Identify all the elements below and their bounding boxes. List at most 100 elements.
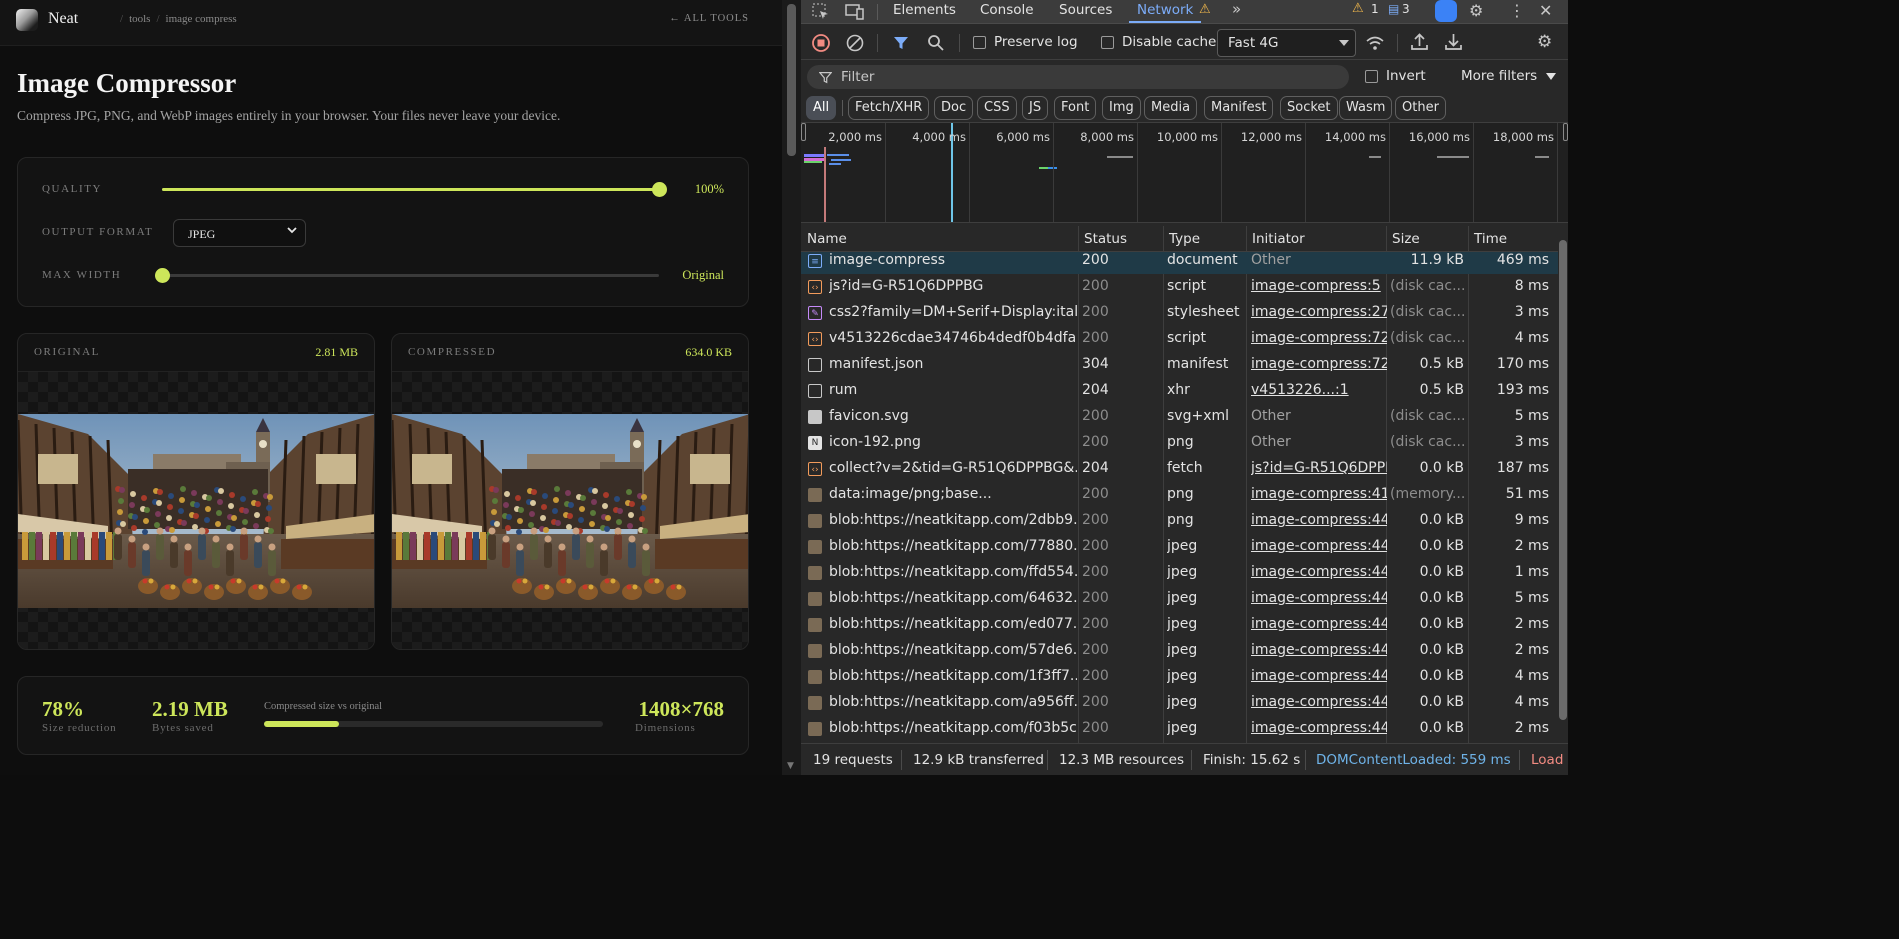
network-conditions-icon[interactable] bbox=[1365, 34, 1385, 52]
request-name[interactable]: css2?family=DM+Serif+Display:ital... bbox=[829, 304, 1077, 320]
request-row[interactable]: blob:https://neatkitapp.com/57de6... 200 j… bbox=[801, 638, 1558, 664]
device-toolbar-icon[interactable] bbox=[845, 2, 865, 22]
request-name[interactable]: blob:https://neatkitapp.com/64632... bbox=[829, 590, 1077, 606]
preserve-log-checkbox[interactable] bbox=[973, 36, 986, 49]
filter-chip-socket[interactable]: Socket bbox=[1280, 96, 1338, 120]
request-name[interactable]: favicon.svg bbox=[829, 408, 1077, 424]
record-stop-icon[interactable] bbox=[812, 34, 830, 52]
request-row[interactable]: rum 204 xhr v4513226...:1 0.5 kB 193 ms bbox=[801, 378, 1558, 404]
request-row[interactable]: ‹› collect?v=2&tid=G-R51Q6DPPBG&... 204 fet… bbox=[801, 456, 1558, 482]
request-row[interactable]: blob:https://neatkitapp.com/a956ff... 200… bbox=[801, 690, 1558, 716]
network-overview-timeline[interactable]: 2,000 ms 4,000 ms 6,000 ms 8,000 ms 10,000 m… bbox=[801, 122, 1568, 223]
close-devtools-icon[interactable]: ✕ bbox=[1539, 1, 1552, 20]
column-header-time[interactable]: Time bbox=[1474, 231, 1507, 247]
invert-checkbox[interactable] bbox=[1365, 70, 1378, 83]
request-name[interactable]: blob:https://neatkitapp.com/ffd554... bbox=[829, 564, 1077, 580]
neat-logo-icon[interactable] bbox=[16, 9, 38, 31]
export-har-icon[interactable] bbox=[1445, 33, 1462, 51]
request-list-scrollbar-thumb[interactable] bbox=[1559, 240, 1567, 720]
request-initiator[interactable]: image-compress:448 bbox=[1251, 642, 1387, 658]
search-icon[interactable] bbox=[927, 34, 944, 51]
request-initiator[interactable]: js?id=G-R51Q6DPPBG bbox=[1251, 460, 1387, 476]
output-format-select[interactable]: JPEG bbox=[173, 219, 306, 247]
max-width-slider[interactable] bbox=[155, 268, 659, 283]
more-filters-button[interactable]: More filters bbox=[1461, 68, 1537, 84]
filter-chip-all[interactable]: All bbox=[806, 96, 837, 120]
brand-name[interactable]: Neat bbox=[48, 10, 78, 28]
filter-input[interactable]: Filter bbox=[807, 65, 1349, 89]
request-initiator[interactable]: image-compress:448 bbox=[1251, 538, 1387, 554]
request-row[interactable]: blob:https://neatkitapp.com/ffd554... 200… bbox=[801, 560, 1558, 586]
warning-count[interactable]: 1 bbox=[1371, 2, 1379, 16]
request-row[interactable]: data:image/png;base... 200 png image-compre… bbox=[801, 482, 1558, 508]
request-name[interactable]: manifest.json bbox=[829, 356, 1077, 372]
request-row[interactable]: blob:https://neatkitapp.com/2dbb9... 200 p… bbox=[801, 508, 1558, 534]
column-header-status[interactable]: Status bbox=[1084, 231, 1127, 247]
breadcrumb-tools[interactable]: tools bbox=[129, 13, 150, 25]
request-initiator[interactable]: image-compress:448 bbox=[1251, 590, 1387, 606]
filter-chip-wasm[interactable]: Wasm bbox=[1339, 96, 1393, 120]
preserve-log-label[interactable]: Preserve log bbox=[994, 34, 1078, 50]
tab-elements[interactable]: Elements bbox=[893, 2, 956, 18]
request-row[interactable]: blob:https://neatkitapp.com/77880... 200 j… bbox=[801, 534, 1558, 560]
filter-chip-fetch-xhr[interactable]: Fetch/XHR bbox=[848, 96, 930, 120]
filter-chip-font[interactable]: Font bbox=[1054, 96, 1097, 120]
request-list-scrollbar[interactable] bbox=[1558, 226, 1568, 743]
warning-icon[interactable]: ⚠ bbox=[1352, 1, 1364, 16]
filter-chip-js[interactable]: JS bbox=[1022, 96, 1049, 120]
disable-cache-checkbox[interactable] bbox=[1101, 36, 1114, 49]
throttling-select[interactable]: Fast 4G bbox=[1217, 29, 1356, 57]
overview-right-handle[interactable] bbox=[1563, 123, 1568, 141]
column-header-name[interactable]: Name bbox=[807, 231, 847, 247]
request-initiator[interactable]: image-compress:5 bbox=[1251, 278, 1387, 294]
request-row[interactable]: blob:https://neatkitapp.com/1f3ff7... 200… bbox=[801, 664, 1558, 690]
request-name[interactable]: js?id=G-R51Q6DPPBG bbox=[829, 278, 1077, 294]
filter-chip-manifest[interactable]: Manifest bbox=[1204, 96, 1274, 120]
invert-label[interactable]: Invert bbox=[1386, 68, 1426, 84]
request-row[interactable]: ‹› v4513226cdae34746b4dedf0b4dfa... 200 scr… bbox=[801, 326, 1558, 352]
request-row[interactable]: blob:https://neatkitapp.com/64632... 200 j… bbox=[801, 586, 1558, 612]
request-initiator[interactable]: image-compress:726 bbox=[1251, 330, 1387, 346]
request-name[interactable]: blob:https://neatkitapp.com/1f3ff7... bbox=[829, 668, 1077, 684]
request-name[interactable]: blob:https://neatkitapp.com/ed077... bbox=[829, 616, 1077, 632]
filter-chip-other[interactable]: Other bbox=[1395, 96, 1446, 120]
request-initiator[interactable]: image-compress:410 bbox=[1251, 486, 1387, 502]
request-initiator[interactable]: image-compress:448 bbox=[1251, 616, 1387, 632]
max-width-slider-handle[interactable] bbox=[155, 268, 170, 283]
inspect-element-icon[interactable] bbox=[811, 2, 831, 22]
tab-sources[interactable]: Sources bbox=[1059, 2, 1112, 18]
request-name[interactable]: data:image/png;base... bbox=[829, 486, 1077, 502]
request-name[interactable]: v4513226cdae34746b4dedf0b4dfa... bbox=[829, 330, 1077, 346]
tab-console[interactable]: Console bbox=[980, 2, 1034, 18]
column-header-initiator[interactable]: Initiator bbox=[1252, 231, 1305, 247]
request-initiator[interactable]: image-compress:448 bbox=[1251, 564, 1387, 580]
request-name[interactable]: image-compress bbox=[829, 252, 1077, 268]
message-count[interactable]: 3 bbox=[1402, 2, 1410, 16]
request-initiator[interactable]: image-compress:448 bbox=[1251, 668, 1387, 684]
quality-slider-handle[interactable] bbox=[652, 182, 667, 197]
filter-chip-css[interactable]: CSS bbox=[977, 96, 1017, 120]
request-row[interactable]: Nicon-192.png 200 png Other (disk cac... 3 ms bbox=[801, 430, 1558, 456]
request-name[interactable]: blob:https://neatkitapp.com/f03b5c... bbox=[829, 720, 1077, 736]
request-name[interactable]: blob:https://neatkitapp.com/57de6... bbox=[829, 642, 1077, 658]
request-name[interactable]: blob:https://neatkitapp.com/77880... bbox=[829, 538, 1077, 554]
request-row[interactable]: manifest.json 304 manifest image-compress:7… bbox=[801, 352, 1558, 378]
network-settings-icon[interactable]: ⚙ bbox=[1537, 32, 1552, 52]
filter-chip-media[interactable]: Media bbox=[1144, 96, 1198, 120]
filter-icon[interactable] bbox=[893, 35, 909, 51]
more-tabs-icon[interactable]: » bbox=[1232, 0, 1241, 18]
column-header-size[interactable]: Size bbox=[1392, 231, 1420, 247]
request-row[interactable]: blob:https://neatkitapp.com/f03b5c... 200… bbox=[801, 716, 1558, 742]
request-initiator[interactable]: image-compress:448 bbox=[1251, 694, 1387, 710]
request-name[interactable]: collect?v=2&tid=G-R51Q6DPPBG&... bbox=[829, 460, 1077, 476]
import-har-icon[interactable] bbox=[1411, 33, 1428, 51]
column-header-type[interactable]: Type bbox=[1169, 231, 1200, 247]
disable-cache-label[interactable]: Disable cache bbox=[1122, 34, 1216, 50]
more-filters-arrow-icon[interactable] bbox=[1546, 73, 1556, 80]
quality-slider[interactable] bbox=[162, 182, 667, 197]
settings-gear-icon[interactable]: ⚙ bbox=[1469, 1, 1483, 20]
request-row[interactable]: ✎ css2?family=DM+Serif+Display:ital... 200… bbox=[801, 300, 1558, 326]
message-icon[interactable]: ▤ bbox=[1388, 2, 1399, 16]
request-name[interactable]: rum bbox=[829, 382, 1077, 398]
clear-log-icon[interactable] bbox=[846, 34, 864, 52]
